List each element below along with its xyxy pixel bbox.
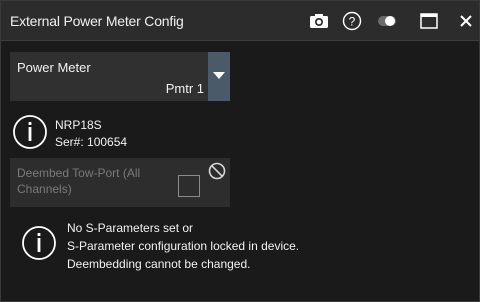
message-line: S-Parameter configuration locked in devi…: [67, 239, 300, 253]
deembed-label: Deembed Tow-Port (All Channels): [17, 166, 141, 196]
dropdown-button[interactable]: [208, 52, 230, 101]
not-allowed-icon: [208, 162, 226, 185]
power-meter-dropdown[interactable]: Power Meter Pmtr 1: [10, 52, 230, 101]
camera-icon[interactable]: [307, 9, 331, 33]
message-line: No S-Parameters set or: [67, 221, 194, 235]
deembed-panel: Deembed Tow-Port (All Channels): [10, 158, 230, 207]
sensor-serial: Ser#: 100654: [55, 135, 128, 149]
message-line: Deembedding cannot be changed.: [67, 257, 251, 271]
power-meter-config-dialog: External Power Meter Config ? Power Mete…: [0, 0, 480, 302]
power-meter-value: Pmtr 1: [165, 81, 204, 96]
svg-text:?: ?: [349, 15, 356, 29]
dialog-title: External Power Meter Config: [10, 13, 184, 29]
title-bar: External Power Meter Config ?: [1, 1, 479, 41]
help-icon[interactable]: ?: [340, 9, 364, 33]
power-meter-label: Power Meter: [17, 60, 91, 75]
close-icon[interactable]: [454, 9, 478, 33]
maximize-icon[interactable]: [417, 9, 441, 33]
deembed-checkbox[interactable]: [178, 175, 200, 197]
info-icon: [21, 225, 57, 261]
chevron-down-icon: [213, 72, 225, 79]
sensor-name: NRP18S: [55, 118, 102, 132]
toggle-icon[interactable]: [375, 9, 399, 33]
info-icon: [12, 114, 48, 150]
